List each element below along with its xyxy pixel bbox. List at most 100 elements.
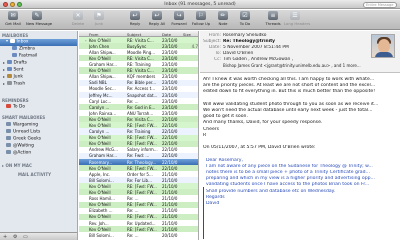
section-header-smart-mailboxes: SMART MAILBOXES (2, 115, 46, 120)
row-from: Kev O'Neill (89, 123, 111, 128)
recipient-name[interactable]: David O'Brien (223, 51, 253, 56)
row-from: Caryl Loc... (89, 98, 112, 104)
sidebar-item-waiting[interactable]: @Waiting (6, 143, 34, 150)
row-from: Kev O'Neill (89, 37, 111, 43)
sidebar-item-sent[interactable]: Sent (3, 67, 24, 74)
sidebar-item-fastmail[interactable]: Fastmail (12, 53, 37, 60)
sidebar-item-junk[interactable]: Junk (3, 74, 23, 81)
row-from: Ross Hamil... (89, 196, 115, 202)
attachment-icon: ⌁ (84, 37, 87, 43)
row-date: 22/10/0 (162, 116, 178, 122)
toolbar-button-label: Reply All (148, 21, 166, 26)
action-menu-gear-icon[interactable]: ⚙ (13, 234, 17, 240)
toggle-activity-button[interactable]: ▭ (23, 234, 28, 240)
row-date: 21/10/0 (162, 171, 178, 177)
section-header-on-my-mac: ON MY MAC (2, 163, 32, 168)
note-icon: ✏ (218, 11, 228, 20)
reply-button[interactable]: ↩ Reply (124, 11, 146, 29)
disclosure-triangle-icon[interactable] (3, 61, 5, 64)
sidebar-item-drafts[interactable]: Drafts (3, 60, 27, 67)
to-do-icon: ☑ (240, 11, 250, 20)
search-input[interactable]: Entire Message (363, 1, 397, 8)
mailbox-sidebar: MAILBOXES Inbox Zimbra Fastmail Drafts S… (0, 31, 78, 240)
sidebar-item-action[interactable]: @Action (6, 150, 31, 157)
row-from: John Chen (89, 43, 110, 49)
row-from: Kev O'Neill (89, 141, 111, 147)
follow-up-button[interactable]: ⚐ Follow Up (190, 11, 212, 29)
sidebar-item-greek-geeks[interactable]: Greek Geeks (6, 136, 41, 143)
row-date: 22/10/0 (162, 141, 178, 147)
row-date: 21/10/0 (162, 208, 178, 214)
table-row[interactable]: Bill Solomi... Re: ... 20/10/0 (79, 232, 198, 238)
quoted-line: validating students once I have access t… (206, 182, 370, 188)
new-message-button[interactable]: ✎ New Message (26, 11, 52, 29)
row-subject: Re: God in E... (127, 104, 156, 110)
delete-button[interactable]: ✕ Delete (67, 11, 89, 29)
sidebar-item-unread-lists[interactable]: Unread Lists (6, 129, 40, 136)
row-date: 22/10/0 (162, 135, 178, 141)
delete-icon: ✕ (73, 11, 83, 20)
forward-button[interactable]: ↪ Forward (168, 11, 190, 29)
header-cc-more[interactable]: Bishop James Grant <jgrant@trinity.unime… (223, 63, 393, 68)
disclosure-triangle-icon[interactable] (3, 75, 5, 78)
row-date: 23/10/0 (162, 55, 178, 61)
row-from: Bill Solomi... (89, 232, 114, 238)
threads-button[interactable]: ≡ Threads (262, 11, 284, 29)
row-subject: RE: Visita C... (127, 68, 154, 74)
row-date: 21/10/0 (162, 183, 178, 189)
row-date: 23/10/0 (162, 80, 178, 86)
toolbar-button-label: Junk (94, 21, 104, 26)
row-from: Kev O'Neill (89, 116, 111, 122)
sidebar-item-wargaming[interactable]: Wargaming (6, 122, 38, 129)
column-header-date[interactable]: Date (162, 32, 171, 37)
row-date: 21/10/0 (162, 226, 178, 232)
disclosure-triangle-icon[interactable] (6, 40, 8, 42)
column-header-subject[interactable]: Subject (127, 32, 141, 37)
row-from: Rosemary... (89, 159, 113, 165)
row-subject: RE: [Fwd: FW... (127, 123, 157, 128)
sidebar-item-zimbra[interactable]: Zimbra (12, 46, 35, 53)
row-date: 23/10/0 (162, 74, 178, 80)
column-header-from[interactable]: From (89, 32, 98, 37)
junk-icon: ⚑ (94, 11, 104, 20)
row-date: 22/10/0 (162, 147, 178, 153)
section-header-reminders: REMINDERS (2, 98, 29, 103)
sidebar-item-to-do[interactable]: To Do (6, 104, 25, 111)
sidebar-item-inbox[interactable]: Inbox (0, 39, 77, 46)
smart-mailbox-icon (6, 150, 11, 154)
row-subject: RE: [Fwd: FW... (127, 214, 157, 220)
row-subject: Re: ... (127, 98, 139, 104)
long-headers-button[interactable]: ☰ Long Headers (284, 11, 310, 29)
row-subject: Re: Theology... (127, 159, 157, 165)
row-from: Allan Shipw... (89, 74, 116, 80)
disclosure-triangle-icon[interactable] (3, 82, 5, 85)
message-rows: ⌁ Kev O'Neill RE: Visita C... 23/10/0 John C… (79, 37, 198, 238)
reply-all-button[interactable]: ↩ Reply All (146, 11, 168, 29)
row-date: 22/10/0 (162, 153, 178, 159)
row-subject: RE: [Fwd: FW... (127, 202, 157, 208)
add-mailbox-button[interactable]: + (3, 234, 7, 240)
row-subject: RE: Training (127, 62, 151, 68)
row-from: Graham Har... (89, 62, 117, 68)
row-subject: Re: Fwd: ... (127, 153, 150, 159)
row-from: Andrew McG... (89, 147, 118, 153)
row-date: 23/10/0 (162, 62, 178, 68)
to-do-button[interactable]: ☑ To Do (234, 11, 256, 29)
sender-name[interactable]: Rosemary Sheludko (223, 33, 266, 38)
todo-list-icon (6, 104, 11, 108)
disclosure-triangle-icon[interactable] (3, 68, 5, 71)
note-button[interactable]: ✏ Note (212, 11, 234, 29)
row-from: Graham Har... (89, 153, 117, 159)
get-mail-button[interactable]: ✉ Get Mail (2, 11, 24, 29)
sidebar-item-trash[interactable]: Trash (3, 81, 25, 88)
row-subject: RE: [Fwd: FW... (127, 135, 157, 141)
row-subject: Re: Visita C... (127, 116, 154, 122)
header-subject: Subject: Re: Theology@trinity (203, 39, 276, 44)
column-header-size[interactable]: Size (183, 32, 191, 37)
disclosure-triangle-icon[interactable] (2, 165, 4, 167)
row-date: 23/10/0 (162, 98, 178, 104)
message-headers: From: Rosemary Sheludko Subject: Re: Theol… (200, 31, 400, 73)
reply-icon: ↩ (130, 11, 140, 20)
junk-button[interactable]: ⚑ Junk (88, 11, 110, 29)
row-date: 21/10/0 (162, 190, 178, 196)
